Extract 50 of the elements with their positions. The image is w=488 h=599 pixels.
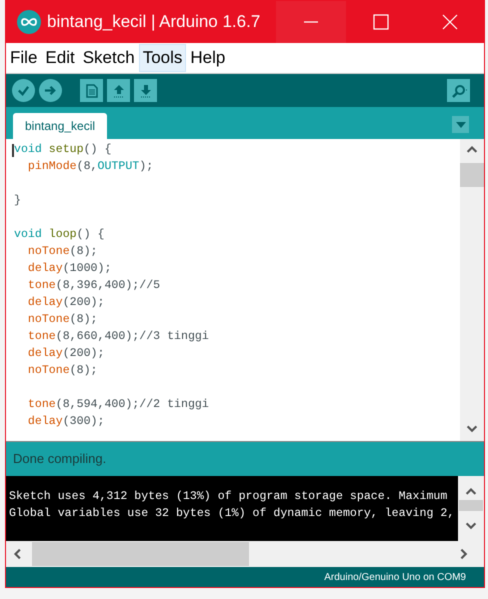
infinity-logo-icon xyxy=(17,10,41,34)
code-line: tone(8,660,400);//3 tinggi xyxy=(26,329,209,345)
maximize-icon xyxy=(373,14,389,30)
document-icon xyxy=(86,84,98,98)
window-title: bintang_kecil | Arduino 1.6.7 xyxy=(47,11,260,34)
triangle-down-icon xyxy=(456,122,466,128)
code-line: delay(300); xyxy=(26,414,104,430)
code-line: void setup() { xyxy=(14,142,112,158)
code-line: tone(8,594,400);//2 tinggi xyxy=(26,397,209,413)
scroll-thumb[interactable] xyxy=(32,542,249,566)
open-button[interactable] xyxy=(107,79,130,102)
save-button[interactable] xyxy=(134,79,157,102)
menu-item[interactable]: Tools xyxy=(138,44,186,72)
menu-item[interactable]: Edit xyxy=(41,44,79,72)
close-icon xyxy=(442,14,458,30)
code-line: tone(8,396,400);//5 xyxy=(26,278,160,294)
code-line: noTone(8); xyxy=(26,244,98,260)
scroll-thumb[interactable] xyxy=(460,163,484,187)
code-line: delay(200); xyxy=(26,346,104,362)
board-status: Arduino/Genuino Uno on COM9 xyxy=(324,570,466,584)
down-arrow-icon xyxy=(138,84,152,98)
code-line: pinMode(8,OUTPUT); xyxy=(26,159,154,175)
console-line: Global variables use 32 bytes (1%) of dynamic memory, leaving 2, xyxy=(9,506,454,522)
minimize-icon xyxy=(304,21,318,23)
right-arrow-icon xyxy=(44,84,57,97)
vertical-scrollbar[interactable] xyxy=(458,476,484,541)
vertical-scrollbar[interactable] xyxy=(460,139,484,441)
menu-item[interactable]: Help xyxy=(186,44,230,72)
status-text: Done compiling. xyxy=(13,450,106,468)
magnifier-icon xyxy=(450,84,466,98)
code-line: } xyxy=(14,193,21,209)
upload-button[interactable] xyxy=(39,79,62,102)
code-line: delay(200); xyxy=(26,295,104,311)
sketch-tab[interactable]: bintang_kecil xyxy=(13,113,108,139)
code-line: void loop() { xyxy=(14,227,104,243)
verify-button[interactable] xyxy=(12,79,35,102)
code-line: noTone(8); xyxy=(26,363,98,379)
text-cursor xyxy=(12,144,14,157)
menu-item[interactable]: Sketch xyxy=(78,44,139,72)
code-line: noTone(8); xyxy=(26,312,98,328)
menu-item[interactable]: File xyxy=(6,44,42,72)
checkmark-icon xyxy=(17,84,30,97)
code-line: delay(1000); xyxy=(26,261,112,277)
tab-menu-button[interactable] xyxy=(452,116,469,133)
horizontal-scrollbar[interactable] xyxy=(6,541,484,567)
scroll-thumb[interactable] xyxy=(459,500,483,511)
serial-monitor-button[interactable] xyxy=(447,79,470,102)
up-arrow-icon xyxy=(112,84,126,98)
new-button[interactable] xyxy=(80,79,103,102)
console-line: Sketch uses 4,312 bytes (13%) of program storage space. Maximum xyxy=(9,489,448,505)
